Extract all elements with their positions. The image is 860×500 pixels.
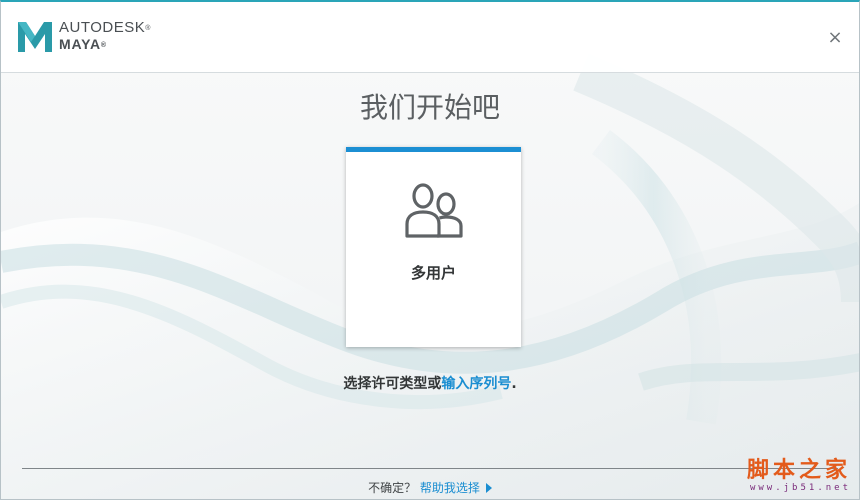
license-prompt: 选择许可类型或输入序列号.	[1, 373, 859, 393]
watermark-text: 脚本之家	[746, 457, 851, 483]
brand-product: MAYA	[59, 36, 101, 52]
page-title: 我们开始吧	[359, 91, 500, 124]
watermark-url: www.jb51.net	[749, 483, 851, 493]
license-prompt-text: 选择许可类型或	[343, 376, 442, 392]
arrow-right-icon	[485, 483, 492, 493]
footer-help: 不确定？ 帮助我选择	[1, 479, 859, 496]
brand-wordmark: AUTODESK® MAYA®	[59, 19, 151, 53]
multi-user-card[interactable]: 多用户	[346, 147, 521, 347]
footer-divider	[22, 468, 838, 469]
brand-company: AUTODESK	[59, 19, 146, 36]
enter-serial-link[interactable]: 输入序列号	[441, 376, 511, 392]
close-button[interactable]: ×	[825, 28, 845, 48]
help-question: 不确定？	[368, 481, 417, 495]
header-bar: AUTODESK® MAYA® ×	[1, 2, 859, 73]
product-reg-mark: ®	[100, 42, 107, 49]
maya-logo-icon	[18, 22, 52, 52]
license-suffix: .	[511, 376, 517, 392]
installer-window: AUTODESK® MAYA® × 我们开始吧 多用户 选择许可类型或输入序列号…	[0, 0, 860, 500]
site-watermark: 脚本之家 www.jb51.net	[747, 458, 851, 494]
help-link-label: 帮助我选择	[419, 481, 480, 495]
card-label: 多用户	[410, 264, 456, 282]
two-users-icon	[405, 183, 463, 238]
close-icon: ×	[827, 27, 843, 48]
help-me-choose-link[interactable]: 帮助我选择	[420, 481, 492, 495]
brand-reg-mark: ®	[145, 25, 151, 32]
